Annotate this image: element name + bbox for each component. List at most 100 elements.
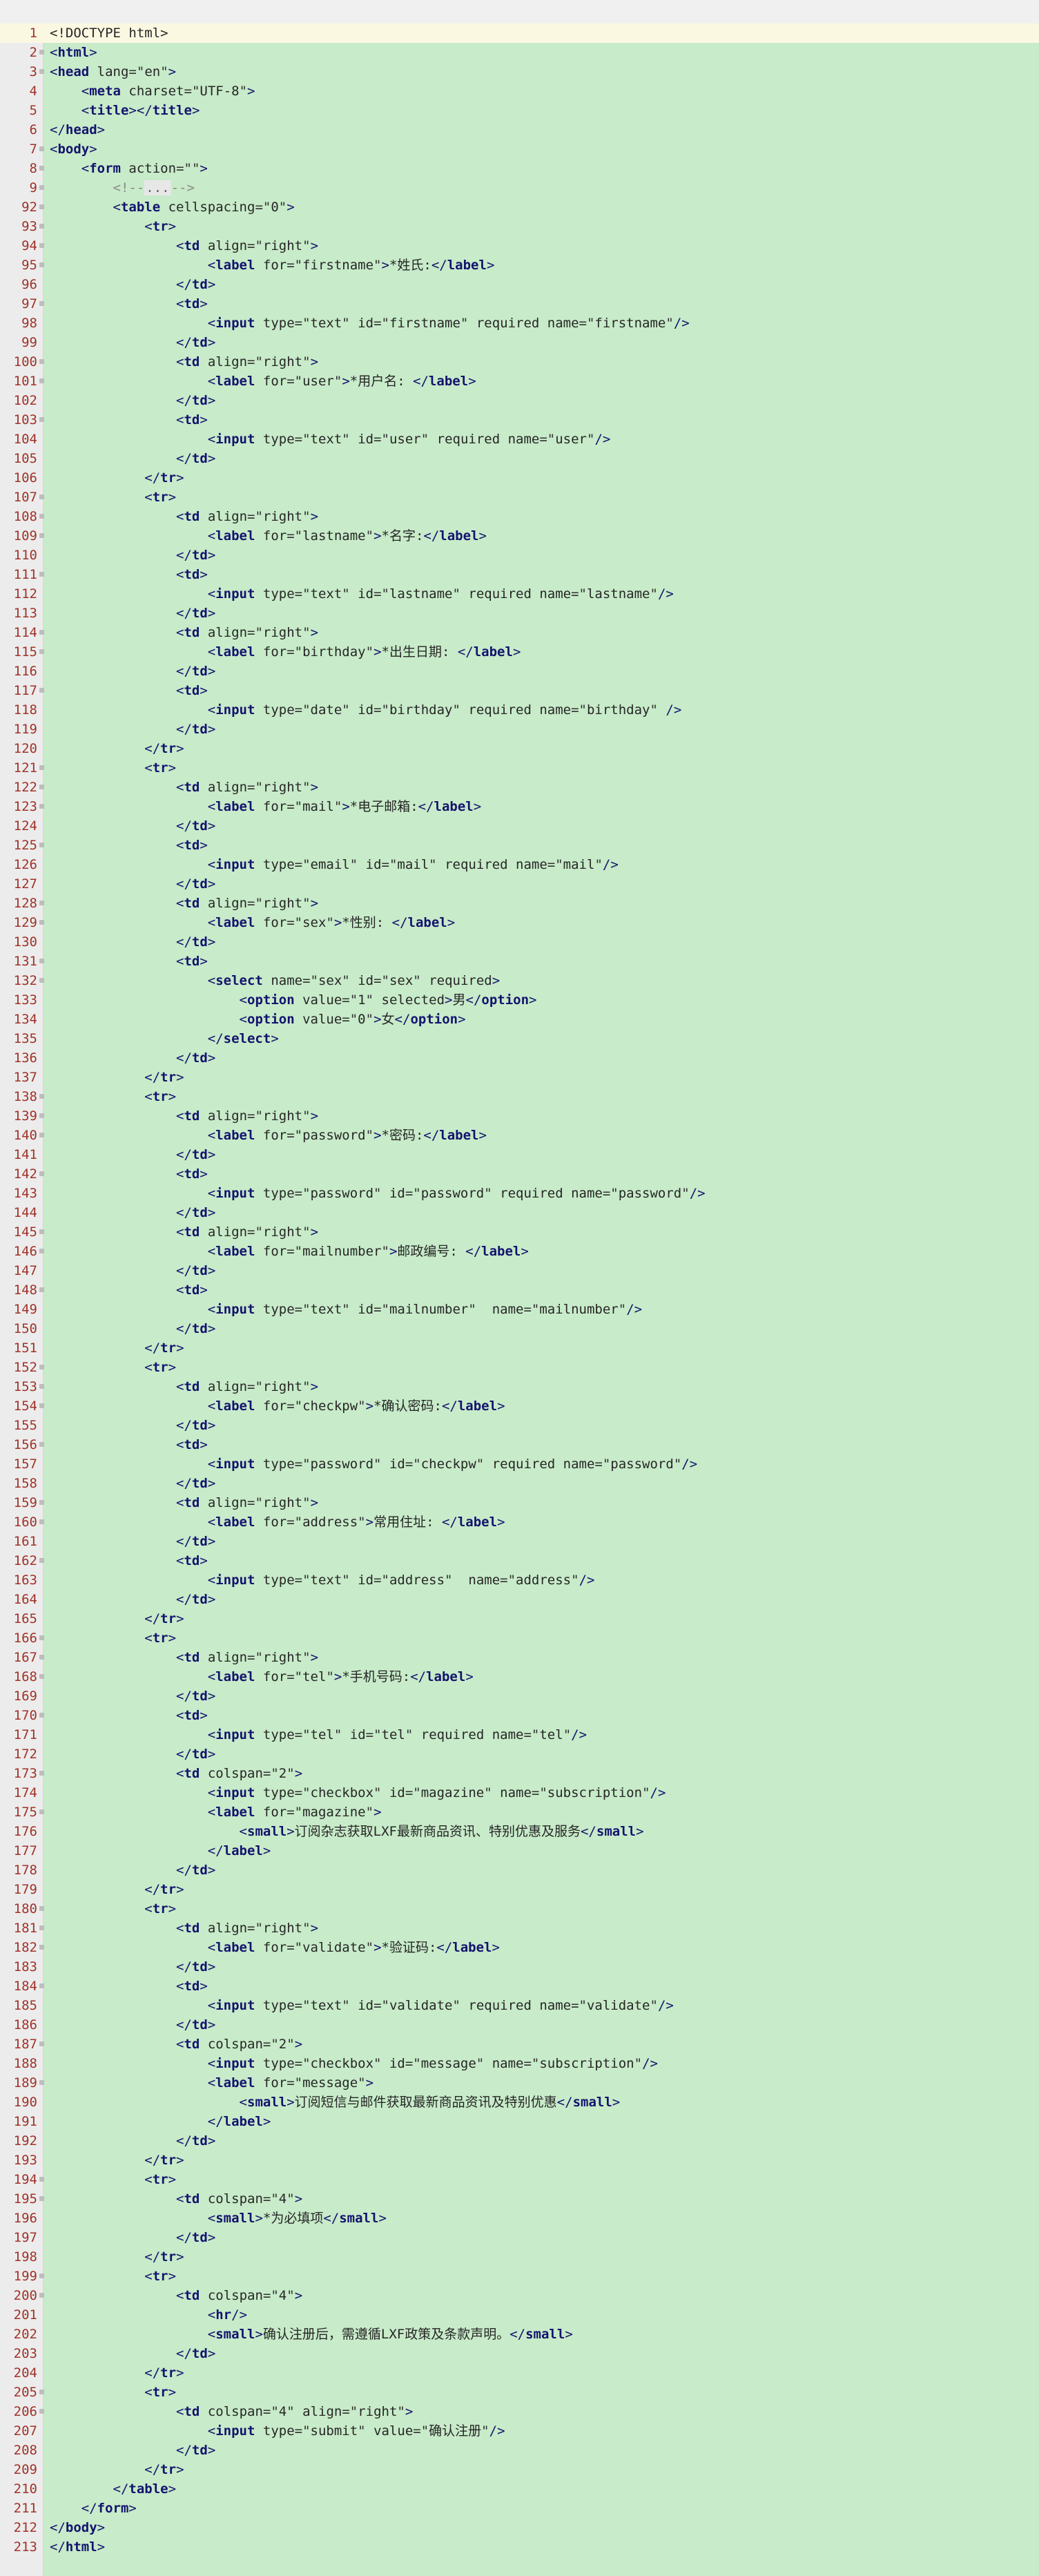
code-line[interactable]: 132 <select name="sex" id="sex" required… [0,971,1039,990]
code-line[interactable]: 141 </td> [0,1145,1039,1164]
code-line[interactable]: 188 <input type="checkbox" id="message" … [0,2054,1039,2073]
fold-marker-icon[interactable] [39,920,44,925]
code-line[interactable]: 8 <form action=""> [0,159,1039,178]
fold-marker-icon[interactable] [39,1384,44,1389]
fold-marker-icon[interactable] [39,785,44,789]
code-line[interactable]: 113 </td> [0,604,1039,623]
fold-marker-icon[interactable] [39,1771,44,1776]
code-line[interactable]: 107 <tr> [0,488,1039,507]
fold-marker-icon[interactable] [39,1403,44,1408]
fold-marker-icon[interactable] [39,1713,44,1718]
code-line[interactable]: 196 <small>*为必填项</small> [0,2209,1039,2228]
code-line[interactable]: 144 </td> [0,1203,1039,1222]
code-line[interactable]: 187 <td colspan="2"> [0,2035,1039,2054]
code-line[interactable]: 172 </td> [0,1744,1039,1764]
code-line[interactable]: 189 <label for="message"> [0,2073,1039,2093]
code-line[interactable]: 92 <table cellspacing="0"> [0,198,1039,217]
code-line[interactable]: 119 </td> [0,720,1039,739]
code-line[interactable]: 168 <label for="tel">*手机号码:</label> [0,1667,1039,1686]
code-line[interactable]: 139 <td align="right"> [0,1106,1039,1126]
code-editor[interactable]: 1 <!DOCTYPE html> 2 <html> 3 <head lang="en">… [0,23,1039,2576]
code-line[interactable]: 152 <tr> [0,1358,1039,1377]
fold-marker-icon[interactable] [39,2293,44,2298]
code-line[interactable]: 190 <small>订阅短信与邮件获取最新商品资讯及特别优惠</small> [0,2093,1039,2112]
code-line[interactable]: 169 </td> [0,1686,1039,1706]
code-line[interactable]: 178 </td> [0,1861,1039,1880]
code-line[interactable]: 104 <input type="text" id="user" require… [0,430,1039,449]
fold-marker-icon[interactable] [39,1635,44,1640]
fold-marker-icon[interactable] [39,1442,44,1447]
code-line[interactable]: 102 </td> [0,391,1039,410]
code-line[interactable]: 164 </td> [0,1590,1039,1609]
code-line[interactable]: 106 </tr> [0,468,1039,488]
code-line[interactable]: 209 </tr> [0,2460,1039,2479]
code-line[interactable]: 137 </tr> [0,1068,1039,1087]
fold-marker-icon[interactable] [39,1229,44,1234]
code-line[interactable]: 4 <meta charset="UTF-8"> [0,81,1039,101]
code-line[interactable]: 191 </label> [0,2112,1039,2131]
code-line[interactable]: 151 </tr> [0,1338,1039,1358]
fold-marker-icon[interactable] [39,630,44,635]
code-line[interactable]: 148 <td> [0,1280,1039,1300]
code-line[interactable]: 195 <td colspan="4"> [0,2189,1039,2209]
code-line[interactable]: 202 <small>确认注册后，需遵循LXF政策及条款声明。</small> [0,2325,1039,2344]
fold-marker-icon[interactable] [39,50,44,55]
fold-marker-icon[interactable] [39,533,44,538]
code-line[interactable]: 129 <label for="sex">*性别: </label> [0,913,1039,932]
code-line[interactable]: 149 <input type="text" id="mailnumber" n… [0,1300,1039,1319]
code-line[interactable]: 109 <label for="lastname">*名字:</label> [0,526,1039,546]
code-line[interactable]: 173 <td colspan="2"> [0,1764,1039,1783]
fold-marker-icon[interactable] [39,146,44,151]
code-line[interactable]: 2 <html> [0,43,1039,62]
fold-marker-icon[interactable] [39,166,44,171]
code-line[interactable]: 175 <label for="magazine"> [0,1803,1039,1822]
code-line[interactable]: 128 <td align="right"> [0,894,1039,913]
code-line[interactable]: 124 </td> [0,816,1039,836]
fold-marker-icon[interactable] [39,185,44,190]
code-line[interactable]: 135 </select> [0,1029,1039,1048]
code-line[interactable]: 108 <td align="right"> [0,507,1039,526]
fold-marker-icon[interactable] [39,1558,44,1563]
code-line[interactable]: 97 <td> [0,294,1039,314]
fold-marker-icon[interactable] [39,2196,44,2201]
code-line[interactable]: 105 </td> [0,449,1039,468]
code-line[interactable]: 93 <tr> [0,217,1039,236]
code-line[interactable]: 205 <tr> [0,2383,1039,2402]
fold-marker-icon[interactable] [39,1925,44,1930]
code-line[interactable]: 154 <label for="checkpw">*确认密码:</label> [0,1396,1039,1416]
code-line[interactable]: 146 <label for="mailnumber">邮政编号: </labe… [0,1242,1039,1261]
code-line[interactable]: 182 <label for="validate">*验证码:</label> [0,1938,1039,1957]
code-line[interactable]: 213 </html> [0,2537,1039,2557]
code-line[interactable]: 171 <input type="tel" id="tel" required … [0,1725,1039,1744]
code-line[interactable]: 96 </td> [0,275,1039,294]
code-line[interactable]: 145 <td align="right"> [0,1222,1039,1242]
code-line[interactable]: 116 </td> [0,662,1039,681]
code-line[interactable]: 131 <td> [0,952,1039,971]
code-line[interactable]: 136 </td> [0,1048,1039,1068]
code-line[interactable]: 111 <td> [0,565,1039,584]
fold-marker-icon[interactable] [39,514,44,519]
fold-marker-icon[interactable] [39,224,44,229]
code-line[interactable]: 7 <body> [0,140,1039,159]
fold-marker-icon[interactable] [39,2274,44,2278]
fold-marker-icon[interactable] [39,978,44,983]
code-line[interactable]: 1 <!DOCTYPE html> [0,23,1039,43]
fold-marker-icon[interactable] [39,1365,44,1369]
fold-marker-icon[interactable] [39,1113,44,1118]
fold-marker-icon[interactable] [39,959,44,963]
code-line[interactable]: 130 </td> [0,932,1039,952]
code-line[interactable]: 181 <td align="right"> [0,1919,1039,1938]
fold-marker-icon[interactable] [39,572,44,577]
code-line[interactable]: 198 </tr> [0,2247,1039,2267]
code-line[interactable]: 9 <!--... --> [0,178,1039,198]
code-line[interactable]: 150 </td> [0,1319,1039,1338]
code-line[interactable]: 177 </label> [0,1841,1039,1861]
fold-marker-icon[interactable] [39,1809,44,1814]
code-line[interactable]: 112 <input type="text" id="lastname" req… [0,584,1039,604]
code-line[interactable]: 103 <td> [0,410,1039,430]
code-line[interactable]: 193 </tr> [0,2151,1039,2170]
code-line[interactable]: 201 <hr/> [0,2305,1039,2325]
fold-marker-icon[interactable] [39,417,44,422]
code-line[interactable]: 159 <td align="right"> [0,1493,1039,1512]
code-line[interactable]: 147 </td> [0,1261,1039,1280]
